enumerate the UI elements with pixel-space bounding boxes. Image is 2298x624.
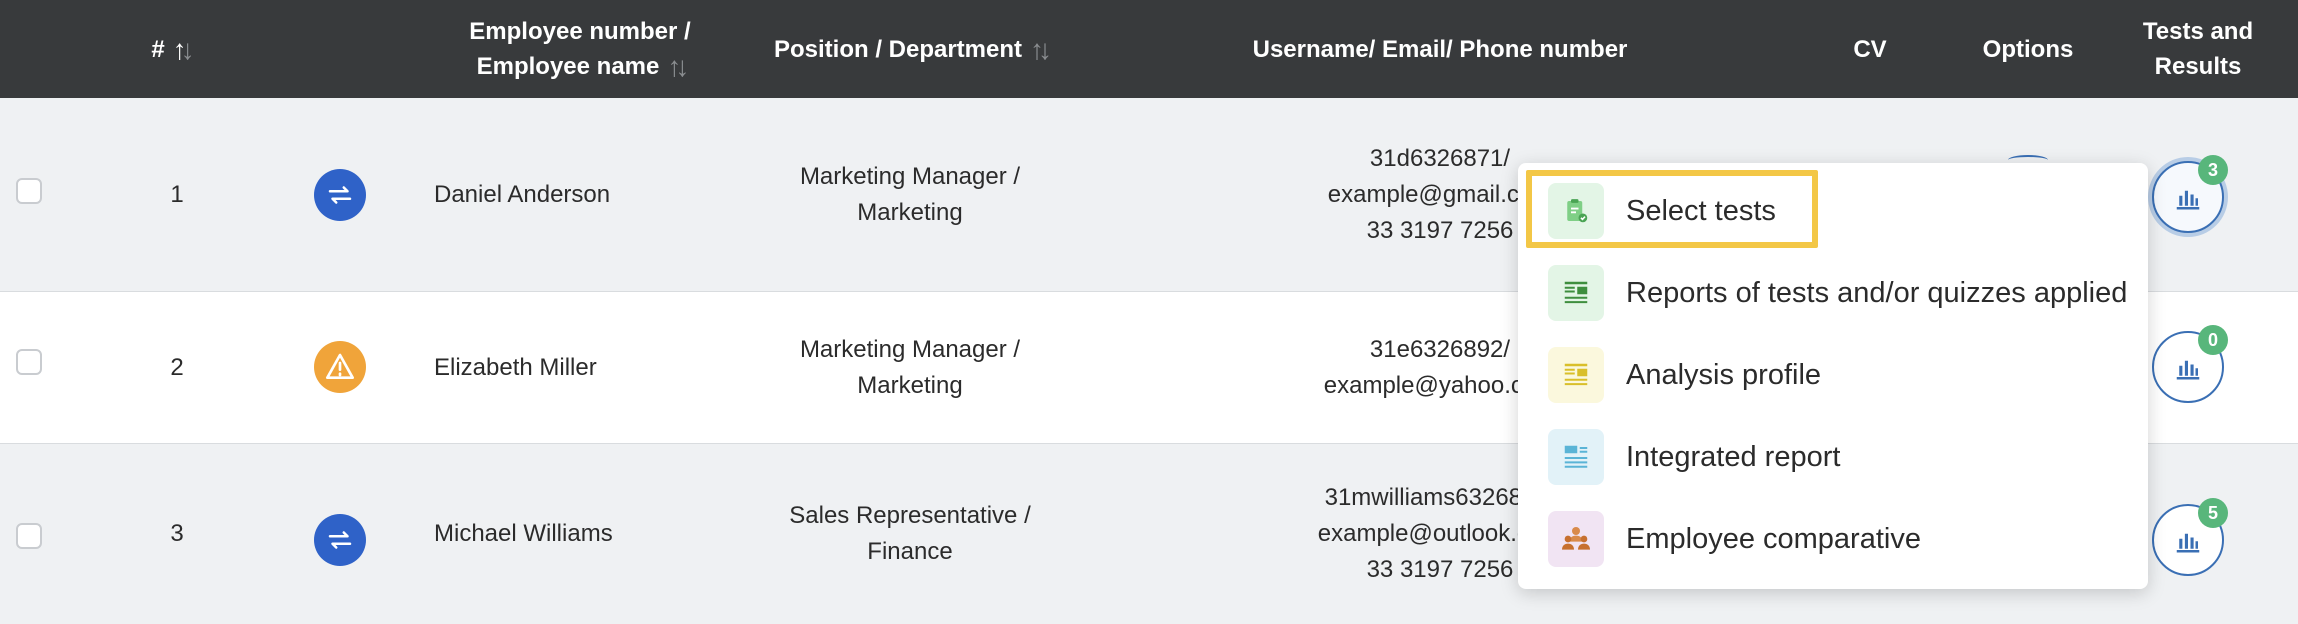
position-department: Sales Representative / Finance <box>760 444 1060 624</box>
position-text: Sales Representative / <box>789 502 1031 529</box>
clipboard-check-icon <box>1548 183 1604 239</box>
column-tests-label-1: Tests and <box>2142 18 2254 45</box>
position-department: Marketing Manager / Marketing <box>760 292 1060 443</box>
column-cv-label: CV <box>1853 35 1887 63</box>
column-position-label: Position / Department <box>773 35 1023 63</box>
results-count-badge: 0 <box>2198 325 2228 355</box>
row-number: 3 <box>170 520 184 547</box>
sort-arrows-icon[interactable]: ↑ ↓ <box>667 49 689 84</box>
menu-item-label: Employee comparative <box>1626 522 1921 555</box>
column-header-employee[interactable]: Employee number / Employee name ↑ ↓ <box>420 0 740 98</box>
menu-item-label: Integrated report <box>1626 440 1841 473</box>
results-count-badge: 5 <box>2198 498 2228 528</box>
sync-icon[interactable] <box>314 514 366 566</box>
row-checkbox[interactable] <box>16 349 42 375</box>
bar-chart-icon <box>2176 360 2200 380</box>
tests-results-button[interactable]: 3 <box>2152 155 2228 233</box>
position-department: Marketing Manager / Marketing <box>760 98 1060 291</box>
column-number-label: # <box>151 35 165 63</box>
report-icon <box>1548 265 1604 321</box>
options-dropdown-menu: Select tests Reports of tests and/or qui… <box>1518 163 2148 589</box>
department-text: Marketing <box>857 371 963 399</box>
sort-arrows-icon[interactable]: ↑ ↓ <box>1030 32 1052 67</box>
row-checkbox[interactable] <box>16 178 42 204</box>
column-header-number[interactable]: # ↑ ↓ <box>120 0 220 98</box>
results-count-badge: 3 <box>2198 155 2228 185</box>
column-tests-label-2: Results <box>2154 53 2242 80</box>
department-text: Finance <box>867 538 953 565</box>
menu-item-label: Analysis profile <box>1626 358 1822 391</box>
position-text: Marketing Manager / <box>799 335 1021 363</box>
row-number: 2 <box>170 353 184 381</box>
column-header-options: Options <box>1960 0 2096 98</box>
menu-item-select-tests[interactable]: Select tests <box>1548 181 1776 241</box>
menu-item-analysis-profile[interactable]: Analysis profile <box>1548 345 1821 405</box>
menu-item-label: Reports of tests and/or quizzes applied <box>1626 276 2128 309</box>
column-employee-label-2: Employee name <box>476 53 660 80</box>
bar-chart-icon <box>2176 190 2200 210</box>
column-header-position[interactable]: Position / Department ↑ ↓ <box>740 0 1080 98</box>
integrated-report-icon <box>1548 429 1604 485</box>
column-header-tests: Tests and Results <box>2128 0 2268 98</box>
employee-name[interactable]: Michael Williams <box>434 444 613 624</box>
column-employee-label-1: Employee number / <box>469 18 691 45</box>
employee-name[interactable]: Elizabeth Miller <box>434 292 597 443</box>
bar-chart-icon <box>2176 533 2200 553</box>
column-header-cv: CV <box>1830 0 1910 98</box>
analysis-icon <box>1548 347 1604 403</box>
column-options-label: Options <box>1982 35 2074 63</box>
position-text: Marketing Manager / <box>799 162 1021 190</box>
menu-item-reports[interactable]: Reports of tests and/or quizzes applied <box>1548 263 2127 323</box>
department-text: Marketing <box>857 198 963 226</box>
table-header: # ↑ ↓ Employee number / Employee name ↑ ↓ … <box>0 0 2298 98</box>
menu-item-label: Select tests <box>1626 194 1776 227</box>
row-checkbox[interactable] <box>16 523 42 549</box>
sort-arrows-icon[interactable]: ↑ ↓ <box>173 32 195 67</box>
column-header-contact: Username/ Email/ Phone number <box>1240 0 1640 98</box>
sync-icon[interactable] <box>314 169 366 221</box>
row-number: 1 <box>170 180 184 208</box>
warning-icon[interactable] <box>314 341 366 393</box>
menu-item-employee-comparative[interactable]: Employee comparative <box>1548 509 1921 569</box>
tests-results-button[interactable]: 0 <box>2152 325 2228 403</box>
column-contact-label: Username/ Email/ Phone number <box>1252 35 1628 63</box>
employees-compare-icon <box>1548 511 1604 567</box>
employee-name[interactable]: Daniel Anderson <box>434 98 610 291</box>
menu-item-integrated-report[interactable]: Integrated report <box>1548 427 1840 487</box>
tests-results-button[interactable]: 5 <box>2152 498 2228 576</box>
